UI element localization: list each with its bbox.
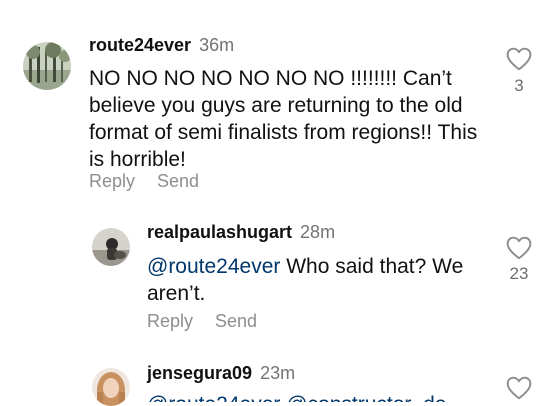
comment-header: jensegura09 23m [147,363,295,384]
timestamp: 28m [300,222,336,242]
comment-text: NO NO NO NO NO NO NO !!!!!!!! Can’t beli… [89,67,478,171]
comment-header: realpaulashugart 28m [147,222,335,243]
like-button[interactable] [506,376,532,405]
heart-outline-icon[interactable] [506,236,532,260]
heart-outline-icon[interactable] [506,376,532,400]
timestamp: 36m [199,35,235,55]
avatar[interactable] [23,42,71,90]
timestamp: 23m [260,363,296,383]
mention-link[interactable]: @route24ever @constructor_de [147,393,446,402]
reply-button[interactable]: Reply [89,171,135,191]
previous-comment-fragment-2 [122,0,142,2]
comment-actions: Reply Send [147,311,279,332]
send-button[interactable]: Send [157,171,199,191]
username[interactable]: route24ever [89,35,191,55]
username[interactable]: realpaulashugart [147,222,292,242]
comment-actions: Reply Send [89,171,221,192]
comment-header: route24ever 36m [89,35,234,56]
heart-outline-icon[interactable] [506,47,532,71]
send-button[interactable]: Send [215,311,257,331]
mention-link[interactable]: @route24ever [147,255,280,278]
like-button[interactable] [506,236,532,265]
avatar[interactable] [92,228,130,266]
reply-button[interactable]: Reply [147,311,193,331]
comment-text: @route24ever Who said that? We aren’t. [147,255,464,305]
like-button[interactable] [506,47,532,76]
comment-text: @route24ever @constructor_de [147,391,477,402]
username[interactable]: jensegura09 [147,363,252,383]
like-count: 3 [514,76,524,95]
like-count: 23 [509,264,529,283]
avatar[interactable] [92,368,130,406]
